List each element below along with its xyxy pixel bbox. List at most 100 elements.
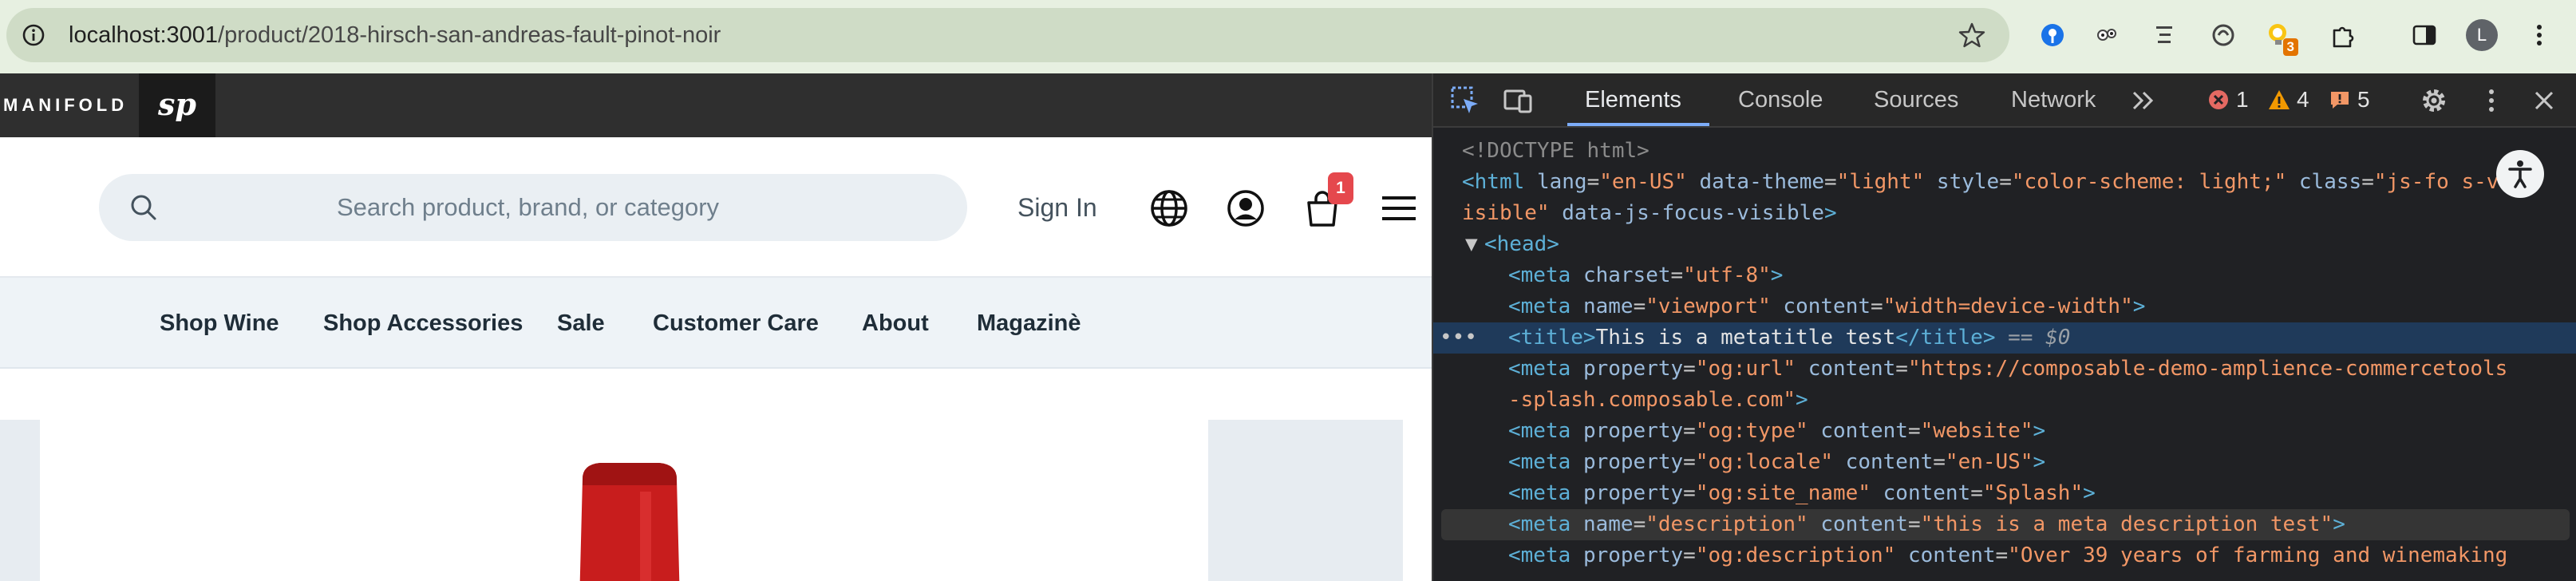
url-path: /product/2018-hirsch-san-andreas-fault-p… — [218, 22, 721, 48]
extension-badge: 3 — [2282, 38, 2298, 56]
accessibility-icon — [2508, 160, 2532, 188]
dom-line-title-selected[interactable]: ••• <title>This is a metatitle test</tit… — [1433, 322, 2576, 354]
tab-elements[interactable]: Elements — [1585, 73, 1681, 126]
cart-count-badge: 1 — [1328, 172, 1353, 204]
list-extension-icon[interactable] — [2147, 18, 2182, 53]
og-site-name-value: Splash — [1995, 481, 2071, 505]
gallery-panel-left — [0, 420, 40, 581]
url-host: localhost:3001 — [69, 22, 219, 48]
dom-line-og-type[interactable]: <meta property="og:type" content="websit… — [1433, 416, 2576, 447]
meta-viewport-name: viewport — [1657, 294, 1759, 318]
more-tabs-icon[interactable] — [2128, 85, 2159, 117]
globe-icon[interactable] — [1149, 188, 1189, 228]
settings-gear-icon[interactable] — [2418, 85, 2450, 117]
extensions-puzzle-icon[interactable] — [2325, 18, 2361, 53]
tab-network[interactable]: Network — [2011, 73, 2096, 126]
html-focus-attr: data-js-focus-visible — [1562, 201, 1824, 225]
devtools-toolbar: Elements Console Sources Network 1 4 5 — [1433, 73, 2576, 128]
webpage: MANIFOLD sp Sign In 1 — [0, 73, 1432, 581]
wine-bottle-image — [579, 463, 680, 581]
meta-viewport-content: width=device-width — [1895, 294, 2121, 318]
accessibility-button[interactable] — [2496, 150, 2544, 198]
og-locale-value: en-US — [1958, 450, 2021, 474]
tab-sources[interactable]: Sources — [1874, 73, 1958, 126]
nav-customer-care[interactable]: Customer Care — [653, 278, 819, 369]
dom-line-meta-viewport[interactable]: <meta name="viewport" content="width=dev… — [1433, 291, 2576, 322]
address-bar[interactable]: localhost:3001/product/2018-hirsch-san-a… — [6, 8, 2009, 62]
site-header: Sign In 1 — [0, 137, 1432, 278]
brand-bar: MANIFOLD sp — [0, 73, 1432, 137]
devtools-menu-icon[interactable] — [2475, 85, 2507, 117]
manifold-logo[interactable]: MANIFOLD — [3, 73, 128, 137]
html-theme-value: light — [1849, 170, 1912, 194]
issues-counter[interactable]: 5 — [2329, 73, 2370, 126]
account-icon[interactable] — [1226, 188, 1266, 228]
expand-triangle-icon[interactable]: ▼ — [1465, 229, 1478, 260]
search-bar[interactable] — [99, 174, 967, 241]
warning-count: 4 — [2297, 87, 2309, 112]
html-class-value-cont: isible — [1462, 201, 1537, 225]
error-icon — [2209, 90, 2228, 109]
inspect-element-icon[interactable] — [1449, 85, 1481, 117]
title-text: This is a metatitle test — [1595, 326, 1896, 350]
doctype-text: <!DOCTYPE html> — [1462, 139, 1650, 163]
scanner-extension-icon[interactable] — [2206, 18, 2241, 53]
url-text[interactable]: localhost:3001/product/2018-hirsch-san-a… — [69, 8, 721, 62]
lighthouse-extension-icon[interactable]: 3 — [2262, 18, 2298, 56]
browser-toolbar: localhost:3001/product/2018-hirsch-san-a… — [0, 0, 2576, 73]
product-area — [0, 369, 1432, 581]
html-lang-value: en-US — [1611, 170, 1675, 194]
dom-line-og-description[interactable]: <meta property="og:description" content=… — [1433, 540, 2576, 571]
nav-magazine[interactable]: Magazinè — [977, 278, 1081, 369]
og-type-value: website — [1933, 419, 2021, 443]
password-extension-icon[interactable] — [2035, 18, 2070, 53]
bookmark-star-icon[interactable] — [1958, 22, 1985, 49]
devtools-panel: Elements Console Sources Network 1 4 5 <… — [1432, 73, 2576, 581]
search-input[interactable] — [337, 174, 943, 241]
og-url-value-a: https://composable-demo-amplience-commer… — [1920, 357, 2508, 381]
nav-about[interactable]: About — [862, 278, 929, 369]
warning-counter[interactable]: 4 — [2268, 73, 2309, 126]
side-panel-icon[interactable] — [2407, 18, 2442, 53]
nav-shop-wine[interactable]: Shop Wine — [160, 278, 279, 369]
meta-charset-value: utf-8 — [1695, 263, 1759, 287]
dom-line-description[interactable]: <meta name="description" content="this i… — [1441, 509, 2570, 540]
site-info-icon[interactable] — [21, 22, 46, 48]
gallery-panel-right — [1208, 420, 1403, 581]
eyes-extension-icon[interactable] — [2089, 18, 2124, 53]
nav-sale[interactable]: Sale — [557, 278, 605, 369]
active-tab-indicator — [1567, 123, 1709, 126]
issues-icon — [2331, 92, 2349, 109]
dom-line-og-locale[interactable]: <meta property="og:locale" content="en-U… — [1433, 447, 2576, 478]
splash-logo[interactable]: sp — [139, 73, 215, 137]
dom-line-head[interactable]: ▼ <head> — [1433, 229, 2576, 260]
sign-in-link[interactable]: Sign In — [1017, 185, 1097, 230]
hamburger-menu-icon[interactable] — [1379, 188, 1419, 228]
selected-node-marker: == $0 — [2008, 326, 2071, 350]
main-navigation: Shop Wine Shop Accessories Sale Customer… — [0, 278, 1432, 369]
device-toolbar-icon[interactable] — [1502, 85, 1534, 117]
close-devtools-icon[interactable] — [2528, 85, 2560, 117]
nav-shop-accessories[interactable]: Shop Accessories — [323, 278, 523, 369]
og-url-value-b: -splash.composable.com — [1508, 388, 1784, 412]
html-style-value: color-scheme: light; — [2024, 170, 2274, 194]
dom-line-html-cont[interactable]: isible" data-js-focus-visible> — [1433, 198, 2576, 229]
error-count: 1 — [2236, 87, 2249, 112]
tab-console[interactable]: Console — [1738, 73, 1823, 126]
dom-tree[interactable]: <!DOCTYPE html> <html lang="en-US" data-… — [1433, 128, 2576, 581]
browser-menu-icon[interactable] — [2522, 18, 2557, 53]
issues-count: 5 — [2357, 87, 2370, 112]
html-class-value-a: js-fo — [2386, 170, 2449, 194]
dom-line-og-site-name[interactable]: <meta property="og:site_name" content="S… — [1433, 478, 2576, 509]
profile-avatar[interactable]: L — [2466, 19, 2498, 51]
html-class-value-b: s-v — [2461, 170, 2499, 194]
error-counter[interactable]: 1 — [2207, 73, 2249, 126]
row-actions-icon[interactable]: ••• — [1440, 322, 1477, 354]
dom-line-og-url[interactable]: <meta property="og:url" content="https:/… — [1433, 354, 2576, 385]
search-icon — [131, 195, 156, 220]
dom-line-meta-charset[interactable]: <meta charset="utf-8"> — [1433, 260, 2576, 291]
dom-line-html[interactable]: <html lang="en-US" data-theme="light" st… — [1433, 167, 2576, 198]
dom-line-og-url-cont[interactable]: -splash.composable.com"> — [1433, 385, 2576, 416]
description-value: this is a meta description test — [1933, 512, 2321, 536]
dom-line-doctype[interactable]: <!DOCTYPE html> — [1433, 136, 2576, 167]
